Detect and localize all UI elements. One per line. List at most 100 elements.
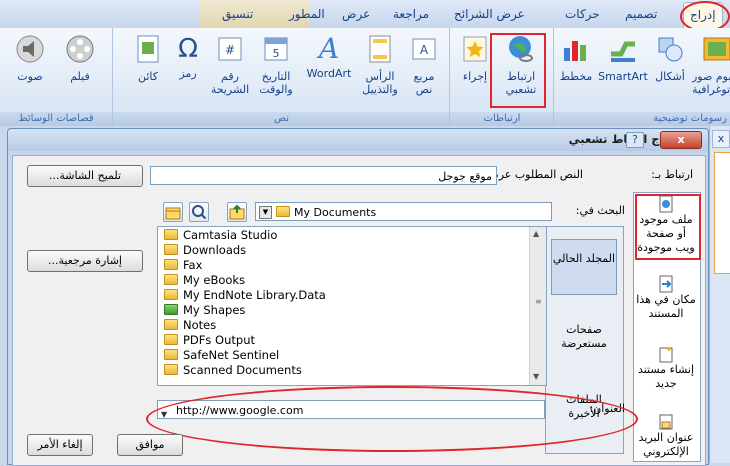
nav-email-address[interactable]: عنوان البريد الإلكتروني xyxy=(635,413,697,461)
group-label-illustrations: رسومات توضيحية xyxy=(554,112,730,126)
insert-hyperlink-dialog: إدراج ارتباط تشعبي ? x ارتباط بـ: النص ا… xyxy=(7,128,709,466)
photo-album-button[interactable]: ألبوم صور فوتوغرافية xyxy=(692,34,730,96)
tab-browsed-pages[interactable]: صفحات مستعرضة xyxy=(551,323,617,363)
folder-icon xyxy=(164,259,178,270)
email-icon xyxy=(659,414,673,430)
folder-icon xyxy=(164,349,178,360)
screentip-button[interactable]: تلميح الشاشة... xyxy=(27,165,143,187)
scroll-down-icon[interactable]: ▼ xyxy=(533,372,539,381)
movie-button[interactable]: فيلم xyxy=(60,34,100,83)
ok-button[interactable]: موافق xyxy=(117,434,183,456)
list-item[interactable]: PDFs Output xyxy=(162,333,528,348)
smartart-button[interactable]: SmartArt xyxy=(596,34,650,83)
omega-icon: Ω xyxy=(178,34,198,64)
header-footer-button[interactable]: الرأس والتذييل xyxy=(358,34,402,96)
dialog-titlebar: إدراج ارتباط تشعبي ? x xyxy=(8,129,708,151)
list-item[interactable]: My eBooks xyxy=(162,273,528,288)
group-label-media: قصاصات الوسائط xyxy=(0,112,112,126)
group-media: صوت فيلم قصاصات الوسائط xyxy=(0,28,112,126)
header-footer-icon xyxy=(369,35,391,63)
group-illustrations: مخطط SmartArt أشكال ألبوم صور فوتوغرافية… xyxy=(553,28,730,126)
sound-button[interactable]: صوت xyxy=(10,34,50,83)
new-document-icon xyxy=(659,346,673,363)
group-label-links: ارتباطات xyxy=(450,112,554,126)
folder-icon xyxy=(164,289,178,300)
date-time-button[interactable]: 5 التاريخ والوقت xyxy=(255,34,297,96)
help-button[interactable]: ? xyxy=(626,132,644,148)
tab-view[interactable]: عرض xyxy=(342,7,370,21)
look-in-dropdown[interactable]: ▼ My Documents xyxy=(255,202,552,221)
photo-album-icon xyxy=(703,37,730,61)
nav-place-in-document[interactable]: مكان في هذا المستند xyxy=(635,275,697,325)
list-item[interactable]: Camtasia Studio xyxy=(162,228,528,243)
slide-number-button[interactable]: # رقم الشريحة xyxy=(210,34,250,96)
ribbon-tab-bar: تنسيق المطور عرض مراجعة عرض الشرائح حركا… xyxy=(0,0,730,29)
folder-icon xyxy=(164,229,178,240)
cancel-button[interactable]: إلغاء الأمر xyxy=(27,434,93,456)
tab-animations[interactable]: حركات xyxy=(565,7,600,21)
scroll-grip-icon[interactable]: ≡ xyxy=(535,297,542,306)
tab-design[interactable]: تصميم xyxy=(625,7,657,21)
browse-file-button[interactable] xyxy=(163,202,183,222)
file-list[interactable]: Camtasia Studio Downloads Fax My eBooks … xyxy=(157,226,547,386)
ribbon: صوت فيلم قصاصات الوسائط كائن Ω رمز # رقم… xyxy=(0,28,730,126)
annotation-box-existing-file xyxy=(635,194,701,260)
shapes-icon xyxy=(658,37,683,62)
browse-web-icon xyxy=(192,205,207,220)
folder-icon xyxy=(164,274,178,285)
tab-current-folder[interactable]: المجلد الحالي xyxy=(551,239,617,295)
slide-thumbnail[interactable] xyxy=(714,152,730,274)
nav-create-new-document[interactable]: إنشاء مستند جديد xyxy=(635,345,697,395)
dialog-body: ارتباط بـ: النص المطلوب عرضه: موقع جوجل … xyxy=(12,155,706,466)
symbol-button[interactable]: Ω رمز xyxy=(171,34,205,80)
list-item[interactable]: Fax xyxy=(162,258,528,273)
action-button[interactable]: إجراء xyxy=(456,34,494,83)
chart-button[interactable]: مخطط xyxy=(558,34,594,83)
close-button[interactable]: x xyxy=(660,131,702,149)
wordart-icon: A xyxy=(318,32,340,65)
file-list-rows: Camtasia Studio Downloads Fax My eBooks … xyxy=(162,228,528,378)
tab-slideshow[interactable]: عرض الشرائح xyxy=(454,7,525,21)
calendar-icon: 5 xyxy=(264,37,288,61)
svg-text:5: 5 xyxy=(273,47,280,60)
chevron-down-icon[interactable]: ▼ xyxy=(259,206,272,219)
group-label-text: نص xyxy=(113,112,450,126)
browse-web-button[interactable] xyxy=(189,202,209,222)
link-to-label: ارتباط بـ: xyxy=(651,168,693,181)
list-item[interactable]: SafeNet Sentinel xyxy=(162,348,528,363)
list-item[interactable]: My Shapes xyxy=(162,303,528,318)
file-list-scrollbar[interactable]: ▲ ≡ ▼ xyxy=(529,227,546,385)
tab-format[interactable]: تنسيق xyxy=(222,7,253,21)
tab-review[interactable]: مراجعة xyxy=(393,7,429,21)
scroll-up-icon[interactable]: ▲ xyxy=(533,229,539,238)
place-in-document-icon xyxy=(659,275,673,293)
list-item[interactable]: My EndNote Library.Data xyxy=(162,288,528,303)
list-item[interactable]: Scanned Documents xyxy=(162,363,528,378)
object-button[interactable]: كائن xyxy=(131,34,165,83)
annotation-box-hyperlink xyxy=(490,33,546,108)
side-panel-close[interactable]: x xyxy=(712,130,730,148)
speaker-icon xyxy=(16,35,44,63)
textbox-button[interactable]: A مربع نص xyxy=(406,34,442,96)
film-reel-icon xyxy=(66,35,94,63)
object-icon xyxy=(137,35,159,63)
smartart-icon xyxy=(611,41,635,62)
up-folder-icon xyxy=(229,204,245,220)
folder-icon xyxy=(164,319,178,330)
wordart-button[interactable]: A WordArt xyxy=(303,32,355,81)
text-to-display-input[interactable]: موقع جوجل xyxy=(150,166,497,185)
folder-icon xyxy=(164,244,178,255)
side-panel: x xyxy=(709,126,730,463)
tab-developer[interactable]: المطور xyxy=(289,7,325,21)
svg-text:#: # xyxy=(225,43,235,57)
shapes-button[interactable]: أشكال xyxy=(652,34,688,83)
bookmark-button[interactable]: إشارة مرجعية... xyxy=(27,250,143,272)
action-star-icon xyxy=(463,36,487,62)
up-folder-button[interactable] xyxy=(227,202,247,222)
folder-icon xyxy=(164,334,178,345)
list-item[interactable]: Notes xyxy=(162,318,528,333)
svg-text:A: A xyxy=(420,43,429,57)
list-item[interactable]: Downloads xyxy=(162,243,528,258)
open-folder-icon xyxy=(165,207,181,220)
folder-icon xyxy=(276,206,290,217)
